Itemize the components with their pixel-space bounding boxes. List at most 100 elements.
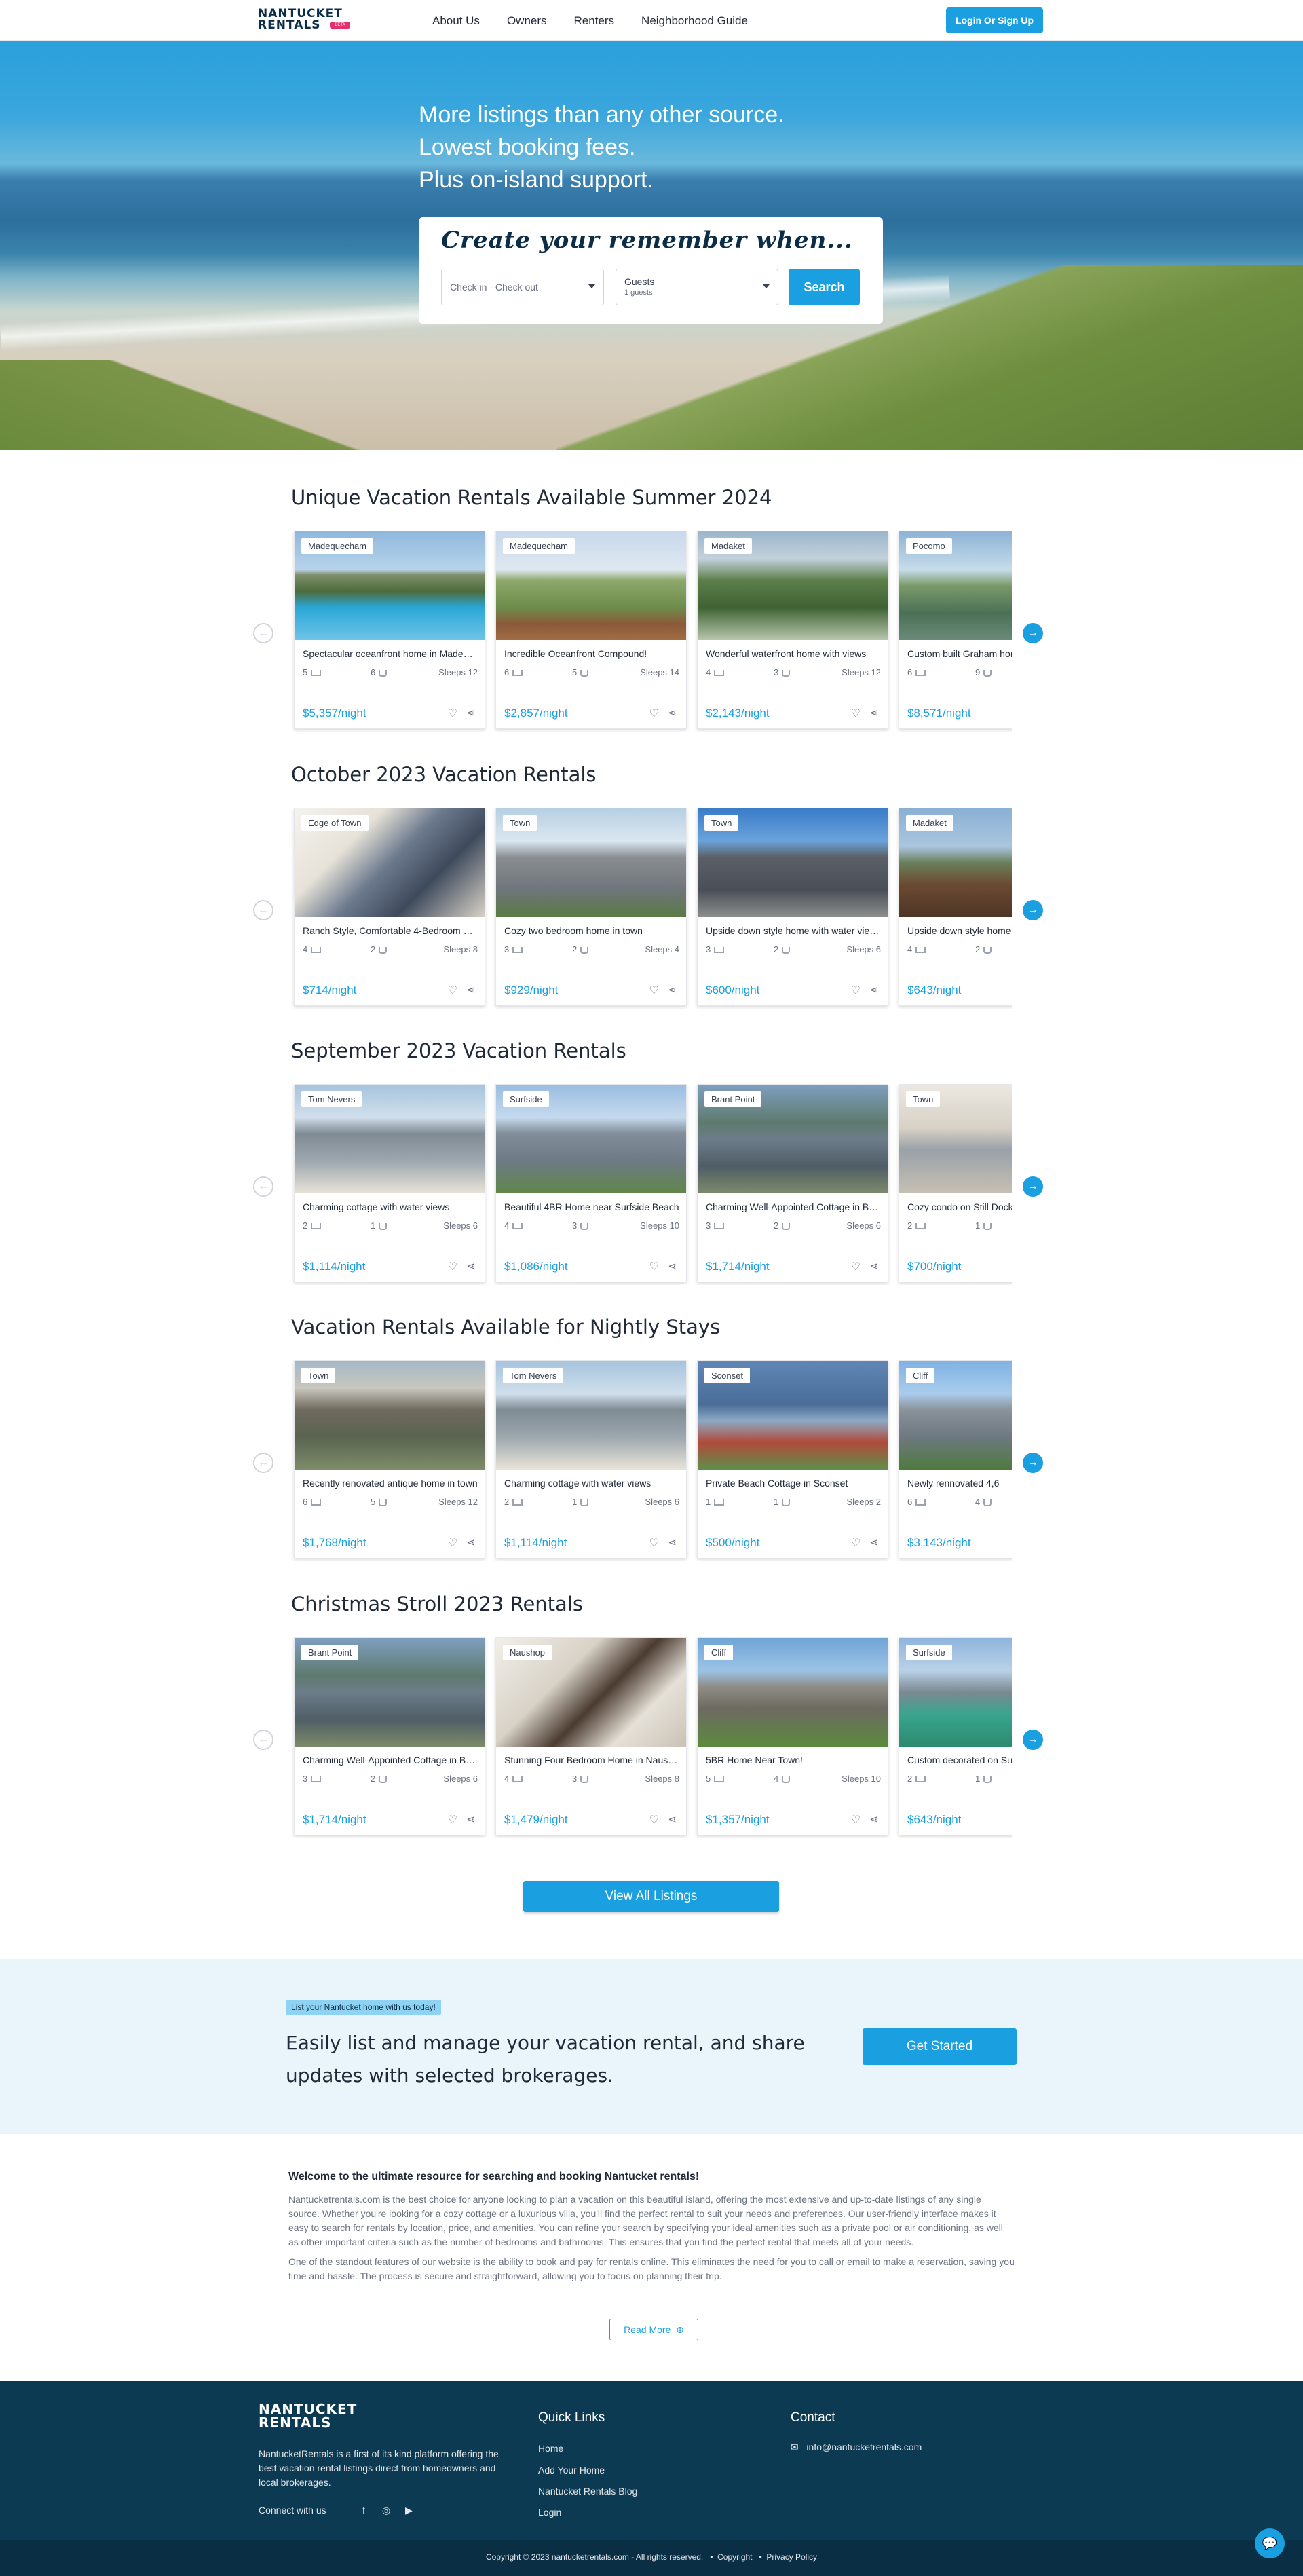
heart-icon[interactable]: ♡ bbox=[649, 1260, 659, 1273]
heart-icon[interactable]: ♡ bbox=[448, 1813, 457, 1827]
share-icon[interactable]: ⋖ bbox=[869, 1813, 878, 1825]
listing-card[interactable]: PocomoCustom built Graham home69Sleeps 1… bbox=[899, 531, 1012, 729]
listing-title[interactable]: Upside down style home with water views bbox=[706, 925, 881, 936]
listing-card[interactable]: CliffNewly rennovated 4,664Sleeps 12$3,1… bbox=[899, 1360, 1012, 1558]
carousel-prev-icon[interactable]: ← bbox=[253, 1453, 273, 1473]
listing-card[interactable]: SurfsideCustom decorated on Surfside21Sl… bbox=[899, 1637, 1012, 1835]
heart-icon[interactable]: ♡ bbox=[448, 707, 457, 720]
listing-title[interactable]: Charming cottage with water views bbox=[303, 1201, 478, 1212]
carousel-next-icon[interactable]: → bbox=[1023, 900, 1043, 920]
listing-card[interactable]: Tom Nevers Charming cottage with water vi… bbox=[495, 1360, 687, 1558]
share-icon[interactable]: ⋖ bbox=[466, 1260, 475, 1272]
listing-title[interactable]: Private Beach Cottage in Sconset bbox=[706, 1478, 881, 1489]
footer-link-add-home[interactable]: Add Your Home bbox=[538, 2465, 605, 2476]
carousel-prev-icon[interactable]: ← bbox=[253, 623, 273, 643]
nav-owners[interactable]: Owners bbox=[507, 14, 547, 29]
heart-icon[interactable]: ♡ bbox=[649, 707, 659, 720]
listing-title[interactable]: Stunning Four Bedroom Home in Naushop bbox=[504, 1755, 679, 1766]
guests-select[interactable]: Guests 1 guests bbox=[616, 269, 778, 305]
listing-card[interactable]: Sconset Private Beach Cottage in Sconset 1… bbox=[697, 1360, 888, 1558]
share-icon[interactable]: ⋖ bbox=[668, 707, 677, 719]
listing-title[interactable]: Upside down style home bbox=[907, 925, 1012, 936]
listing-title[interactable]: Charming Well-Appointed Cottage in Brant… bbox=[303, 1755, 478, 1766]
footer-link-blog[interactable]: Nantucket Rentals Blog bbox=[538, 2486, 637, 2497]
chat-bubble-icon[interactable]: 💬 bbox=[1255, 2528, 1285, 2558]
heart-icon[interactable]: ♡ bbox=[448, 1260, 457, 1273]
site-logo[interactable]: NANTUCKET RENTALS BETA bbox=[258, 8, 373, 33]
copyright-link[interactable]: Copyright bbox=[717, 2552, 752, 2562]
share-icon[interactable]: ⋖ bbox=[869, 984, 878, 996]
nav-neighborhood-guide[interactable]: Neighborhood Guide bbox=[641, 14, 748, 29]
heart-icon[interactable]: ♡ bbox=[851, 984, 861, 997]
youtube-icon[interactable]: ▶ bbox=[405, 2505, 413, 2516]
share-icon[interactable]: ⋖ bbox=[466, 1813, 475, 1825]
carousel-next-icon[interactable]: → bbox=[1023, 1453, 1043, 1473]
listing-card[interactable]: Town Upside down style home with water vi… bbox=[697, 808, 888, 1006]
share-icon[interactable]: ⋖ bbox=[668, 984, 677, 996]
listing-title[interactable]: Ranch Style, Comfortable 4-Bedroom Home bbox=[303, 925, 478, 936]
get-started-button[interactable]: Get Started bbox=[863, 2028, 1017, 2065]
view-all-listings-button[interactable]: View All Listings bbox=[523, 1881, 779, 1912]
carousel-next-icon[interactable]: → bbox=[1023, 1730, 1043, 1750]
listing-card[interactable]: Madequecham Spectacular oceanfront home i… bbox=[294, 531, 485, 729]
listing-card[interactable]: Cliff 5BR Home Near Town! 5 4 Sleeps 10 $1,35… bbox=[697, 1637, 888, 1835]
listing-card[interactable]: TownCozy condo on Still Dock21Sleeps 4$7… bbox=[899, 1084, 1012, 1282]
listing-title[interactable]: Custom built Graham home bbox=[907, 648, 1012, 659]
privacy-policy-link[interactable]: Privacy Policy bbox=[766, 2552, 817, 2562]
share-icon[interactable]: ⋖ bbox=[869, 707, 878, 719]
listing-card[interactable]: Madaket Wonderful waterfront home with vi… bbox=[697, 531, 888, 729]
share-icon[interactable]: ⋖ bbox=[869, 1260, 878, 1272]
facebook-icon[interactable]: f bbox=[362, 2505, 365, 2516]
listing-title[interactable]: Cozy condo on Still Dock bbox=[907, 1201, 1012, 1212]
login-signup-button[interactable]: Login Or Sign Up bbox=[946, 7, 1043, 33]
heart-icon[interactable]: ♡ bbox=[851, 1260, 861, 1273]
nav-renters[interactable]: Renters bbox=[574, 14, 615, 29]
listing-card[interactable]: Surfside Beautiful 4BR Home near Surfside… bbox=[495, 1084, 687, 1282]
carousel-prev-icon[interactable]: ← bbox=[253, 1730, 273, 1750]
listing-title[interactable]: Incredible Oceanfront Compound! bbox=[504, 648, 679, 659]
listing-card[interactable]: Tom Nevers Charming cottage with water vi… bbox=[294, 1084, 485, 1282]
carousel-prev-icon[interactable]: ← bbox=[253, 900, 273, 920]
instagram-icon[interactable]: ◎ bbox=[382, 2505, 390, 2516]
heart-icon[interactable]: ♡ bbox=[649, 1536, 659, 1550]
carousel-next-icon[interactable]: → bbox=[1023, 623, 1043, 643]
listing-title[interactable]: Beautiful 4BR Home near Surfside Beach bbox=[504, 1201, 679, 1212]
footer-logo[interactable]: NANTUCKET RENTALS bbox=[259, 2402, 357, 2429]
listing-card[interactable]: Brant Point Charming Well-Appointed Cotta… bbox=[294, 1637, 485, 1835]
listing-title[interactable]: Cozy two bedroom home in town bbox=[504, 925, 679, 936]
share-icon[interactable]: ⋖ bbox=[668, 1813, 677, 1825]
listing-title[interactable]: Charming cottage with water views bbox=[504, 1478, 679, 1489]
footer-link-home[interactable]: Home bbox=[538, 2443, 563, 2454]
listing-title[interactable]: Charming Well-Appointed Cottage in Brant… bbox=[706, 1201, 881, 1212]
share-icon[interactable]: ⋖ bbox=[466, 707, 475, 719]
read-more-button[interactable]: Read More ⊕ bbox=[609, 2319, 698, 2340]
share-icon[interactable]: ⋖ bbox=[869, 1536, 878, 1548]
heart-icon[interactable]: ♡ bbox=[649, 984, 659, 997]
share-icon[interactable]: ⋖ bbox=[668, 1260, 677, 1272]
date-range-field[interactable]: Check in - Check out bbox=[441, 269, 604, 305]
share-icon[interactable]: ⋖ bbox=[466, 1536, 475, 1548]
nav-about-us[interactable]: About Us bbox=[432, 14, 480, 29]
listing-card[interactable]: Madequecham Incredible Oceanfront Compoun… bbox=[495, 531, 687, 729]
heart-icon[interactable]: ♡ bbox=[649, 1813, 659, 1827]
listing-title[interactable]: Recently renovated antique home in town bbox=[303, 1478, 478, 1489]
heart-icon[interactable]: ♡ bbox=[851, 707, 861, 720]
listing-card[interactable]: Naushop Stunning Four Bedroom Home in Nau… bbox=[495, 1637, 687, 1835]
listing-card[interactable]: Edge of Town Ranch Style, Comfortable 4-B… bbox=[294, 808, 485, 1006]
heart-icon[interactable]: ♡ bbox=[448, 984, 457, 997]
carousel-next-icon[interactable]: → bbox=[1023, 1176, 1043, 1197]
heart-icon[interactable]: ♡ bbox=[448, 1536, 457, 1550]
share-icon[interactable]: ⋖ bbox=[466, 984, 475, 996]
search-button[interactable]: Search bbox=[789, 269, 860, 305]
listing-title[interactable]: 5BR Home Near Town! bbox=[706, 1755, 881, 1766]
share-icon[interactable]: ⋖ bbox=[668, 1536, 677, 1548]
listing-title[interactable]: Custom decorated on Surfside bbox=[907, 1755, 1012, 1766]
listing-title[interactable]: Spectacular oceanfront home in Madequech… bbox=[303, 648, 478, 659]
footer-link-login[interactable]: Login bbox=[538, 2507, 561, 2518]
listing-title[interactable]: Wonderful waterfront home with views bbox=[706, 648, 881, 659]
heart-icon[interactable]: ♡ bbox=[851, 1813, 861, 1827]
heart-icon[interactable]: ♡ bbox=[851, 1536, 861, 1550]
contact-email-row[interactable]: ✉ info@nantucketrentals.com bbox=[791, 2442, 922, 2453]
listing-card[interactable]: Town Recently renovated antique home in t… bbox=[294, 1360, 485, 1558]
listing-title[interactable]: Newly rennovated 4,6 bbox=[907, 1478, 1012, 1489]
